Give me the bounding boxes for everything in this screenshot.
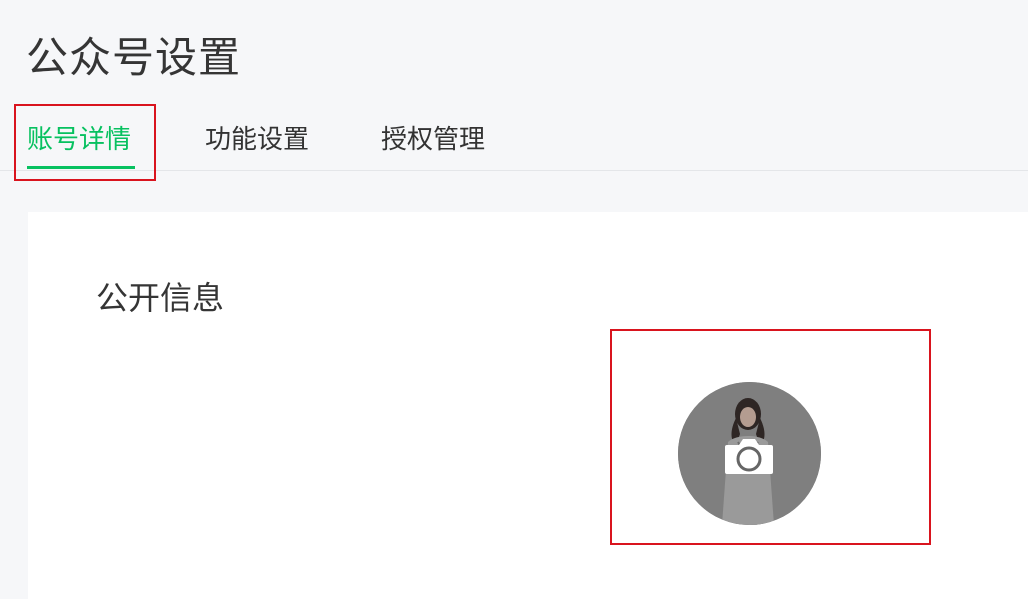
tab-authorization-management[interactable]: 授权管理 bbox=[381, 122, 485, 158]
section-title-public-info: 公开信息 bbox=[96, 279, 225, 317]
active-tab-underline bbox=[27, 166, 135, 169]
tab-feature-settings[interactable]: 功能设置 bbox=[205, 122, 309, 158]
avatar-upload[interactable] bbox=[678, 382, 821, 525]
account-details-card: 公开信息 bbox=[28, 212, 1028, 599]
tab-bar: 账号详情 功能设置 授权管理 bbox=[0, 104, 1028, 181]
page-title: 公众号设置 bbox=[26, 33, 242, 82]
tab-account-details[interactable]: 账号详情 bbox=[27, 122, 131, 158]
camera-icon[interactable] bbox=[724, 437, 774, 475]
